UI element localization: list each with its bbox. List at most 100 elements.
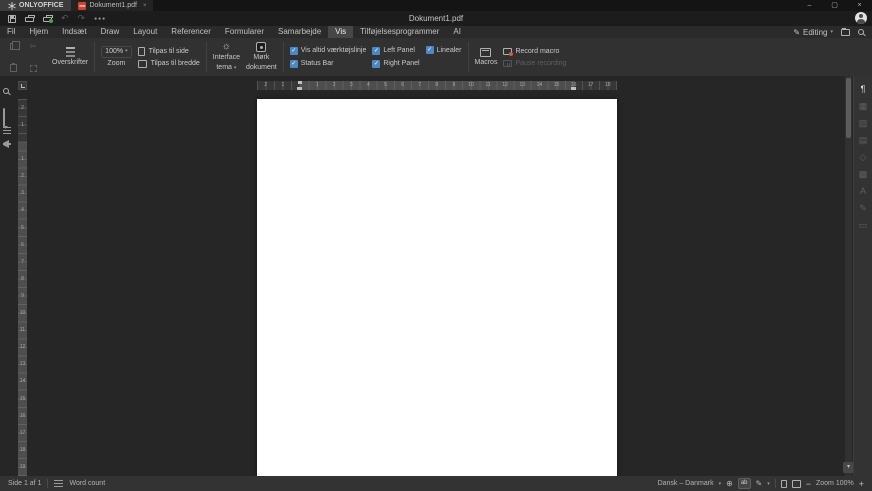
image-settings-icon[interactable]: ▧	[854, 116, 872, 133]
ruler-number: 6	[21, 241, 24, 248]
chart-settings-icon[interactable]: ▩	[854, 167, 872, 184]
feedback-megaphone-icon[interactable]	[3, 140, 12, 149]
tab-stop-selector[interactable]	[18, 81, 27, 90]
search-icon[interactable]	[858, 29, 864, 35]
fit-width-icon[interactable]	[791, 479, 801, 488]
copy-icon[interactable]	[10, 40, 20, 50]
headings-button[interactable]: Overskrifter	[52, 47, 88, 67]
tab-tilfoejelsesprogrammer[interactable]: Tilføjelsesprogrammer	[353, 26, 446, 38]
window-controls: – ▢ ×	[797, 0, 872, 11]
fit-to-page-button[interactable]: Tilpas til side	[137, 46, 200, 56]
ruler-number: 1	[315, 82, 319, 88]
paragraph-settings-icon[interactable]: ¶	[854, 82, 872, 99]
maximize-button[interactable]: ▢	[822, 0, 847, 11]
checkbox-status-bar[interactable]: ✓ Status Bar	[289, 59, 367, 68]
zoom-control: 100% ▾ Zoom	[101, 46, 132, 67]
interface-theme-button[interactable]: ☼ Interface tema ▾	[213, 42, 240, 71]
fit-page-icon[interactable]	[780, 479, 787, 488]
ruler-number: 13	[19, 361, 26, 368]
word-count-icon[interactable]	[54, 480, 64, 487]
ruler-number: 1	[21, 121, 24, 128]
tab-referencer[interactable]: Referencer	[164, 26, 218, 38]
ruler-number: 17	[587, 82, 594, 88]
cut-icon[interactable]: ✂	[30, 42, 37, 51]
first-line-indent-marker[interactable]	[298, 81, 302, 84]
tab-samarbejde[interactable]: Samarbejde	[271, 26, 328, 38]
right-panel-strip: ¶ ▦ ▧ ▤ ◇ ▩ A ✎ ▭	[853, 76, 872, 476]
textart-settings-icon[interactable]: A	[854, 184, 872, 201]
status-bar-right: Dansk – Danmark ▾ ⊕ ab ✎ ▾ − Zoom 100% +	[658, 478, 864, 489]
paste-icon[interactable]	[9, 63, 17, 72]
tab-vis[interactable]: Vis	[328, 26, 354, 38]
tab-formularer[interactable]: Formularer	[218, 26, 271, 38]
ruler-number: 10	[19, 310, 26, 316]
navigation-headings-icon[interactable]	[3, 127, 11, 128]
header-footer-settings-icon[interactable]: ▤	[854, 133, 872, 150]
dark-document-button[interactable]: Mørk dokument	[246, 42, 277, 71]
undo-icon[interactable]: ↶	[61, 14, 69, 23]
tab-fil[interactable]: Fil	[0, 26, 22, 38]
editing-mode-button[interactable]: ✎ Editing ▾	[793, 28, 833, 37]
quick-access-toolbar: ↶ ↷ ●●●	[0, 14, 106, 23]
headings-icon	[65, 47, 75, 50]
close-button[interactable]: ×	[847, 0, 872, 11]
left-panel-strip	[0, 76, 15, 476]
tab-layout[interactable]: Layout	[126, 26, 164, 38]
checkbox-right-panel[interactable]: ✓ Right Panel	[372, 59, 420, 68]
search-icon[interactable]	[3, 88, 9, 94]
customize-toolbar-icon[interactable]: ●●●	[94, 16, 106, 22]
document-tab[interactable]: PDF Dokument1.pdf ×	[71, 0, 154, 11]
print-icon[interactable]	[25, 15, 35, 22]
vertical-scrollbar-thumb[interactable]	[846, 78, 851, 138]
tab-draw[interactable]: Draw	[94, 26, 127, 38]
open-file-location-icon[interactable]	[841, 27, 850, 36]
minimize-button[interactable]: –	[797, 0, 822, 11]
tab-close-icon[interactable]: ×	[143, 3, 147, 9]
ink-pen-icon[interactable]: ✎	[756, 479, 763, 488]
vertical-ruler[interactable]: 2 1 1 2 3 4 5 6 7 8 9 10 11 12 13 14 15 16 17 18 19	[18, 99, 27, 476]
left-indent-marker[interactable]	[297, 87, 302, 90]
save-icon[interactable]	[8, 14, 16, 23]
fit-to-width-button[interactable]: Tilpas til bredde	[137, 59, 200, 68]
zoom-out-button[interactable]: −	[806, 479, 811, 489]
scroll-down-icon: ▾	[846, 464, 850, 470]
tab-ai[interactable]: AI	[446, 26, 468, 38]
table-settings-icon[interactable]: ▦	[854, 99, 872, 116]
comments-icon[interactable]	[3, 108, 5, 127]
document-workspace: 2 1 1 2 3 4 5 6 7 8 9 10 11 12 13 14 15 16 17 18 2112345678…	[0, 76, 872, 476]
zoom-level-label[interactable]: Zoom 100%	[816, 480, 854, 487]
word-count-label[interactable]: Word count	[69, 480, 105, 487]
chevron-down-icon: ▾	[125, 48, 128, 55]
ruler-number: 12	[19, 344, 26, 351]
signature-settings-icon[interactable]: ✎	[854, 201, 872, 218]
checkbox-always-show-toolbar[interactable]: ✓ Vis altid værktøjslinje	[289, 46, 366, 55]
shape-settings-icon[interactable]: ◇	[854, 150, 872, 167]
language-selector[interactable]: Dansk – Danmark	[658, 480, 714, 487]
checkbox-rulers[interactable]: ✓ Linealer	[425, 46, 462, 54]
zoom-dropdown[interactable]: 100% ▾	[101, 46, 132, 58]
user-avatar[interactable]	[855, 12, 867, 24]
tab-hjem[interactable]: Hjem	[22, 26, 55, 38]
right-indent-marker[interactable]	[571, 87, 576, 90]
header-bar: ↶ ↷ ●●● Dokument1.pdf	[0, 11, 872, 26]
form-settings-icon[interactable]: ▭	[854, 218, 872, 235]
record-macro-button[interactable]: Record macro	[503, 47, 566, 56]
macros-button[interactable]: Macros	[475, 47, 497, 67]
ruler-number: 7	[418, 82, 422, 88]
horizontal-ruler[interactable]: 2 1 1 2 3 4 5 6 7 8 9 10 11 12 13 14 15 16 17 18	[257, 81, 617, 90]
checkbox-left-panel[interactable]: ✓ Left Panel	[372, 46, 419, 55]
zoom-in-button[interactable]: +	[859, 479, 864, 489]
ruler-number: 9	[21, 292, 24, 299]
document-page[interactable]	[257, 99, 617, 476]
dark-doc-label-line2: dokument	[246, 64, 277, 71]
page-indicator[interactable]: Side 1 af 1	[8, 480, 41, 487]
select-all-icon[interactable]	[29, 64, 37, 72]
app-main-tab[interactable]: ONLYOFFICE	[0, 0, 72, 11]
pause-recording-button: Pause recording	[503, 59, 566, 67]
document-language-icon[interactable]: ⊕	[726, 479, 733, 488]
redo-icon[interactable]: ↷	[78, 14, 86, 23]
tab-indsaet[interactable]: Indsæt	[55, 26, 93, 38]
quick-print-icon[interactable]	[43, 15, 53, 23]
spellcheck-toggle[interactable]: ab	[737, 478, 751, 489]
pdf-file-icon: PDF	[78, 1, 87, 10]
